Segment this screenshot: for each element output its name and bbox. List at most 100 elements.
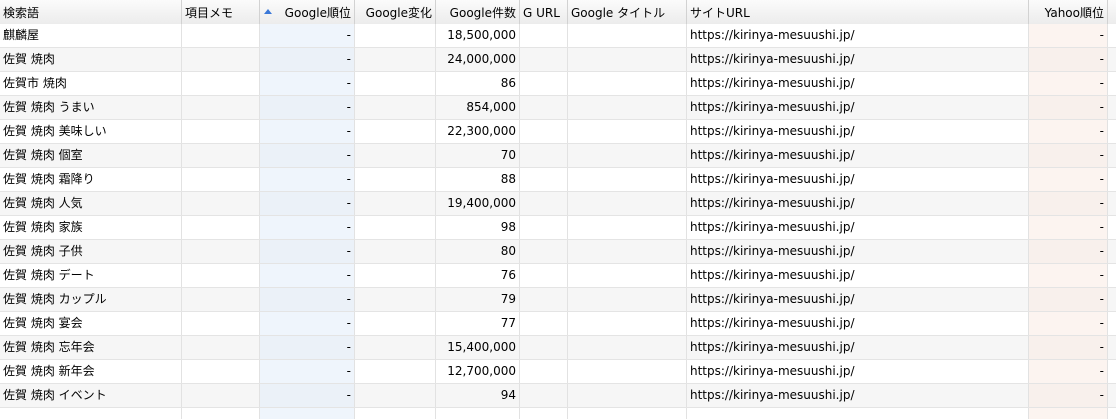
cell-memo[interactable]	[182, 216, 260, 239]
cell-google-title[interactable]	[568, 288, 687, 311]
table-row[interactable]: 佐賀 焼肉 - 24,000,000 https://kirinya-mesuushi…	[0, 48, 1116, 72]
cell-site-url[interactable]: https://kirinya-mesuushi.jp/	[687, 360, 1029, 383]
cell-google-title[interactable]	[568, 312, 687, 335]
cell-keyword[interactable]: 佐賀 焼肉 個室	[0, 144, 182, 167]
cell-google-rank[interactable]: -	[260, 24, 355, 47]
cell-google-count[interactable]: 94	[436, 384, 520, 407]
cell-google-count[interactable]: 70	[436, 144, 520, 167]
cell-memo[interactable]	[182, 72, 260, 95]
cell-google-count[interactable]: 24,000,000	[436, 48, 520, 71]
cell-google-change[interactable]	[355, 48, 436, 71]
cell-google-count[interactable]: 15,400,000	[436, 336, 520, 359]
cell-memo[interactable]	[182, 168, 260, 191]
column-header-yahoo-rank[interactable]: Yahoo順位	[1029, 0, 1108, 24]
cell-google-change[interactable]	[355, 216, 436, 239]
column-header-google-rank[interactable]: Google順位	[260, 0, 355, 24]
cell-yahoo-rank[interactable]: -	[1029, 192, 1108, 215]
cell-site-url[interactable]: https://kirinya-mesuushi.jp/	[687, 288, 1029, 311]
cell-g-url[interactable]	[520, 216, 568, 239]
cell-google-change[interactable]	[355, 192, 436, 215]
cell-keyword[interactable]: 佐賀 焼肉 新年会	[0, 360, 182, 383]
table-row[interactable]: 佐賀 焼肉 個室 -70 https://kirinya-mesuushi.jp/-	[0, 144, 1116, 168]
cell-google-count[interactable]: 18,500,000	[436, 24, 520, 47]
cell-g-url[interactable]	[520, 312, 568, 335]
column-header-memo[interactable]: 項目メモ	[182, 0, 260, 24]
cell-g-url[interactable]	[520, 288, 568, 311]
cell-memo[interactable]	[182, 48, 260, 71]
cell-memo[interactable]	[182, 360, 260, 383]
cell-google-rank[interactable]: -	[260, 216, 355, 239]
cell-site-url[interactable]: https://kirinya-mesuushi.jp/	[687, 96, 1029, 119]
cell-yahoo-rank[interactable]: -	[1029, 336, 1108, 359]
cell-yahoo-rank[interactable]: -	[1029, 312, 1108, 335]
cell-google-rank[interactable]: -	[260, 120, 355, 143]
cell-yahoo-rank[interactable]: -	[1029, 216, 1108, 239]
cell-memo[interactable]	[182, 312, 260, 335]
cell-yahoo-rank[interactable]: -	[1029, 24, 1108, 47]
cell-memo[interactable]	[182, 336, 260, 359]
cell-yahoo-rank[interactable]: -	[1029, 96, 1108, 119]
cell-google-rank[interactable]: -	[260, 264, 355, 287]
cell-google-count[interactable]: 22,300,000	[436, 120, 520, 143]
cell-google-count[interactable]: 88	[436, 168, 520, 191]
cell-g-url[interactable]	[520, 168, 568, 191]
cell-keyword[interactable]: 佐賀市 焼肉	[0, 72, 182, 95]
cell-google-rank[interactable]: -	[260, 360, 355, 383]
column-header-next[interactable]	[1108, 0, 1116, 24]
table-row[interactable]: 佐賀 焼肉 子供 -80 https://kirinya-mesuushi.jp/-	[0, 240, 1116, 264]
cell-google-title[interactable]	[568, 48, 687, 71]
cell-g-url[interactable]	[520, 336, 568, 359]
cell-google-rank[interactable]: -	[260, 384, 355, 407]
cell-keyword[interactable]: 佐賀 焼肉 宴会	[0, 312, 182, 335]
cell-yahoo-rank[interactable]: -	[1029, 360, 1108, 383]
column-header-google-count[interactable]: Google件数	[436, 0, 520, 24]
cell-site-url[interactable]: https://kirinya-mesuushi.jp/	[687, 216, 1029, 239]
cell-g-url[interactable]	[520, 360, 568, 383]
table-row[interactable]: 佐賀 焼肉 人気 - 19,400,000 https://kirinya-mesuu…	[0, 192, 1116, 216]
cell-site-url[interactable]: https://kirinya-mesuushi.jp/	[687, 192, 1029, 215]
cell-g-url[interactable]	[520, 264, 568, 287]
cell-google-rank[interactable]: -	[260, 192, 355, 215]
cell-google-change[interactable]	[355, 384, 436, 407]
cell-google-title[interactable]	[568, 168, 687, 191]
cell-google-rank[interactable]: -	[260, 168, 355, 191]
cell-google-change[interactable]	[355, 264, 436, 287]
cell-keyword[interactable]: 佐賀 焼肉 カップル	[0, 288, 182, 311]
cell-google-count[interactable]: 854,000	[436, 96, 520, 119]
cell-g-url[interactable]	[520, 96, 568, 119]
cell-google-change[interactable]	[355, 288, 436, 311]
cell-keyword[interactable]: 佐賀 焼肉 美味しい	[0, 120, 182, 143]
cell-site-url[interactable]: https://kirinya-mesuushi.jp/	[687, 336, 1029, 359]
cell-g-url[interactable]	[520, 24, 568, 47]
cell-google-change[interactable]	[355, 144, 436, 167]
cell-yahoo-rank[interactable]: -	[1029, 72, 1108, 95]
cell-google-change[interactable]	[355, 96, 436, 119]
cell-yahoo-rank[interactable]: -	[1029, 240, 1108, 263]
cell-g-url[interactable]	[520, 384, 568, 407]
cell-memo[interactable]	[182, 240, 260, 263]
cell-google-title[interactable]	[568, 240, 687, 263]
cell-memo[interactable]	[182, 96, 260, 119]
cell-google-rank[interactable]: -	[260, 48, 355, 71]
cell-google-rank[interactable]: -	[260, 288, 355, 311]
cell-keyword[interactable]: 佐賀 焼肉	[0, 48, 182, 71]
cell-memo[interactable]	[182, 24, 260, 47]
cell-memo[interactable]	[182, 264, 260, 287]
cell-g-url[interactable]	[520, 48, 568, 71]
cell-site-url[interactable]: https://kirinya-mesuushi.jp/	[687, 264, 1029, 287]
table-row[interactable]: 佐賀 焼肉 デート - 76 https://kirinya-mesuushi.jp/…	[0, 264, 1116, 288]
cell-g-url[interactable]	[520, 120, 568, 143]
cell-google-change[interactable]	[355, 240, 436, 263]
cell-keyword[interactable]: 佐賀 焼肉 うまい	[0, 96, 182, 119]
cell-memo[interactable]	[182, 120, 260, 143]
cell-google-rank[interactable]: -	[260, 312, 355, 335]
cell-site-url[interactable]: https://kirinya-mesuushi.jp/	[687, 384, 1029, 407]
table-row[interactable]: 佐賀 焼肉 カップル - 79 https://kirinya-mesuushi.jp…	[0, 288, 1116, 312]
cell-keyword[interactable]: 佐賀 焼肉 忘年会	[0, 336, 182, 359]
cell-google-title[interactable]	[568, 216, 687, 239]
cell-site-url[interactable]: https://kirinya-mesuushi.jp/	[687, 312, 1029, 335]
cell-google-count[interactable]: 98	[436, 216, 520, 239]
table-row[interactable]: 佐賀 焼肉 新年会 - 12,700,000 https://kirinya-mesu…	[0, 360, 1116, 384]
cell-google-count[interactable]: 86	[436, 72, 520, 95]
column-header-g-url[interactable]: G URL	[520, 0, 568, 24]
